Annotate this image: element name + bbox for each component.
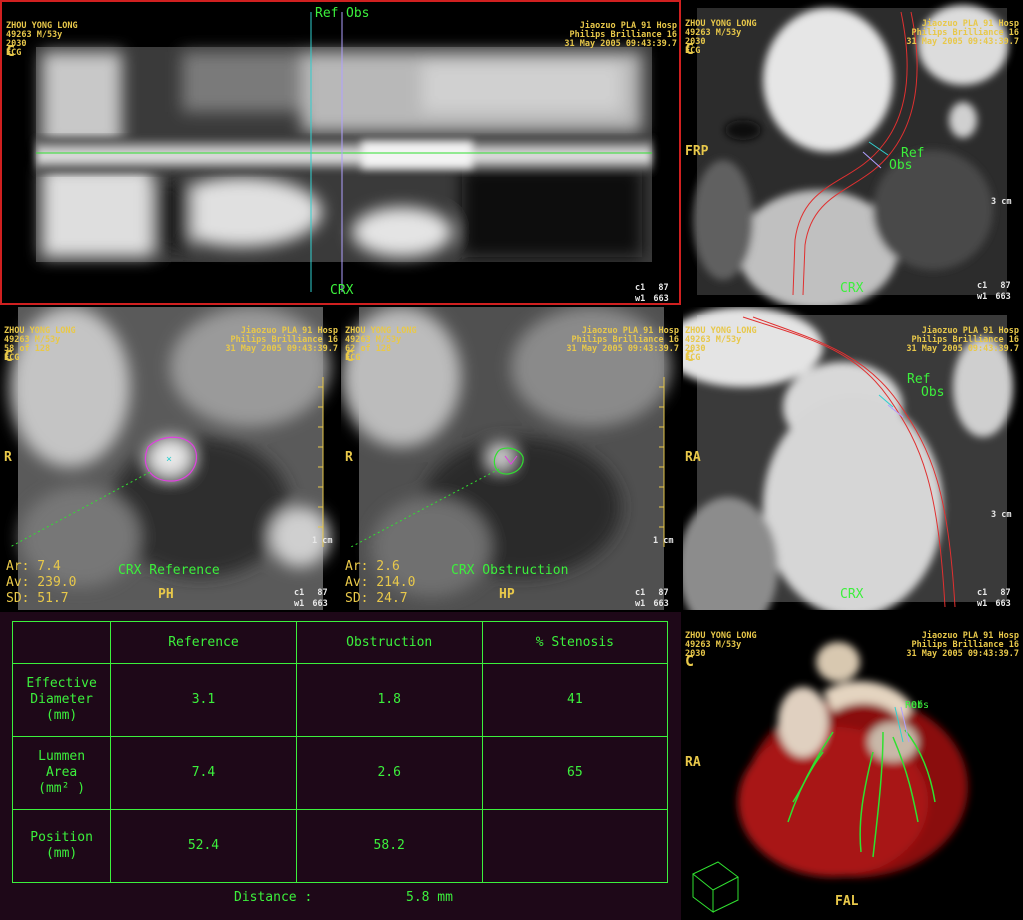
window-w1: w1 663 (977, 292, 1011, 302)
scale-3cm: 3 cm (991, 510, 1012, 520)
crx-label: CRX (840, 587, 864, 602)
scale-3cm: 3 cm (991, 197, 1012, 207)
table-row: Lummen Area (mm² ) 7.4 2.6 65 (11, 736, 669, 811)
svg-text:×: × (166, 454, 172, 465)
viewport-cross-obstruction[interactable]: ZHOU YONG LONG 49263 M/53y 62 of 128 ECG Ji… (341, 307, 681, 610)
orientation-label-c: C (6, 42, 16, 60)
table-row: Effective Diameter (mm) 3.1 1.8 41 (11, 663, 669, 738)
table-header-stenosis: % Stenosis (481, 620, 669, 665)
orientation-label-c: C (685, 652, 695, 670)
site-info: Jiaozuo PLA 91 Hosp Philips Brilliance 16… (906, 326, 1019, 354)
orientation-label-frp: FRP (685, 144, 709, 159)
window-w1: w1 663 (635, 294, 669, 304)
site-info: Jiaozuo PLA 91 Hosp Philips Brilliance 16… (906, 631, 1019, 659)
distance-label: Distance : (234, 890, 313, 905)
obs-marker-label: Obs (911, 700, 930, 711)
patient-info: ZHOU YONG LONG 49263 M/53y 2030 ECG (685, 19, 757, 56)
scale-1cm: 1 cm (312, 536, 333, 546)
crx-label: CRX (840, 281, 864, 296)
table-header-blank (11, 620, 112, 665)
window-w1: w1 663 (635, 599, 669, 609)
distance-value: 5.8 mm (406, 890, 453, 905)
viewport-cross-reference[interactable]: × ZHOU YONG LONG 49263 M/53y 58 of 128 ECG … (0, 307, 340, 610)
roi-stats: Ar: 7.4 Av: 239.0 SD: 51.7 (6, 559, 77, 606)
viewport-mpr-frp[interactable]: ZHOU YONG LONG 49263 M/53y 2030 ECG Jiaozuo… (683, 0, 1023, 305)
table-header-row: Reference Obstruction % Stenosis (11, 620, 669, 665)
window-c1: c1 87 (635, 283, 669, 293)
scale-1cm: 1 cm (653, 536, 674, 546)
window-w1: w1 663 (977, 599, 1011, 609)
cross-caption: CRX Reference (118, 563, 220, 578)
cell-stenosis: 41 (481, 663, 669, 738)
ref-marker-label: Ref (315, 6, 339, 21)
orientation-cube-icon (692, 861, 739, 913)
site-info: Jiaozuo PLA 91 Hosp Philips Brilliance 16… (566, 326, 679, 354)
cell-stenosis (481, 809, 669, 883)
orientation-label-fal: FAL (835, 894, 859, 909)
cell-stenosis: 65 (481, 736, 669, 811)
obs-marker-label: Obs (346, 6, 370, 21)
orientation-label-c: C (4, 347, 14, 365)
orientation-label-r: R (4, 450, 12, 465)
display-mode: PH (158, 587, 174, 602)
cross-caption: CRX Obstruction (451, 563, 569, 578)
patient-info: ZHOU YONG LONG 49263 M/53y 58 of 128 ECG (4, 326, 76, 363)
site-info: Jiaozuo PLA 91 Hosp Philips Brilliance 16… (906, 19, 1019, 47)
row-label: Effective Diameter (mm) (11, 663, 112, 738)
orientation-label-c: C (345, 347, 355, 365)
row-label: Lummen Area (mm² ) (11, 736, 112, 811)
orientation-label-ra: RA (685, 450, 701, 465)
cell-reference: 3.1 (110, 663, 297, 738)
patient-info: ZHOU YONG LONG 49263 M/53y 62 of 128 ECG (345, 326, 417, 363)
patient-info: ZHOU YONG LONG 49263 M/53y 2030 ECG (6, 21, 78, 58)
crx-label: CRX (330, 283, 354, 298)
obs-marker-label: Obs (921, 385, 945, 400)
display-mode: HP (499, 587, 515, 602)
patient-info: ZHOU YONG LONG 49263 M/53y 2030 (685, 631, 757, 659)
orientation-label-ra: RA (685, 755, 701, 770)
window-c1: c1 87 (294, 588, 328, 598)
roi-stats: Ar: 2.6 Av: 214.0 SD: 24.7 (345, 559, 416, 606)
window-w1: w1 663 (294, 599, 328, 609)
obs-marker-label: Obs (889, 158, 913, 173)
table-header-reference: Reference (110, 620, 297, 665)
row-label: Position (mm) (11, 809, 112, 883)
stenosis-results-table: Reference Obstruction % Stenosis Effecti… (11, 620, 669, 883)
patient-info: ZHOU YONG LONG 49263 M/53y 2030 ECG (685, 326, 757, 363)
table-header-obstruction: Obstruction (295, 620, 483, 665)
cell-reference: 7.4 (110, 736, 297, 811)
cell-obstruction: 58.2 (295, 809, 483, 883)
orientation-label-c: C (685, 40, 695, 58)
orientation-label-r: R (345, 450, 353, 465)
site-info: Jiaozuo PLA 91 Hosp Philips Brilliance 16… (225, 326, 338, 354)
viewport-volume-render[interactable]: ZHOU YONG LONG 49263 M/53y 2030 Jiaozuo PL… (683, 612, 1023, 920)
viewport-curved-mpr[interactable]: ZHOU YONG LONG 49263 M/53y 2030 ECG Jiaozuo… (0, 0, 681, 305)
viewport-mpr-ra[interactable]: ZHOU YONG LONG 49263 M/53y 2030 ECG Jiaozuo… (683, 307, 1023, 610)
cell-reference: 52.4 (110, 809, 297, 883)
cell-obstruction: 1.8 (295, 663, 483, 738)
site-info: Jiaozuo PLA 91 Hosp Philips Brilliance 16… (564, 21, 677, 49)
table-row: Position (mm) 52.4 58.2 (11, 809, 669, 883)
window-c1: c1 87 (977, 588, 1011, 598)
window-c1: c1 87 (635, 588, 669, 598)
cell-obstruction: 2.6 (295, 736, 483, 811)
stenosis-results-panel: Reference Obstruction % Stenosis Effecti… (0, 612, 681, 920)
window-c1: c1 87 (977, 281, 1011, 291)
orientation-label-c: C (685, 347, 695, 365)
